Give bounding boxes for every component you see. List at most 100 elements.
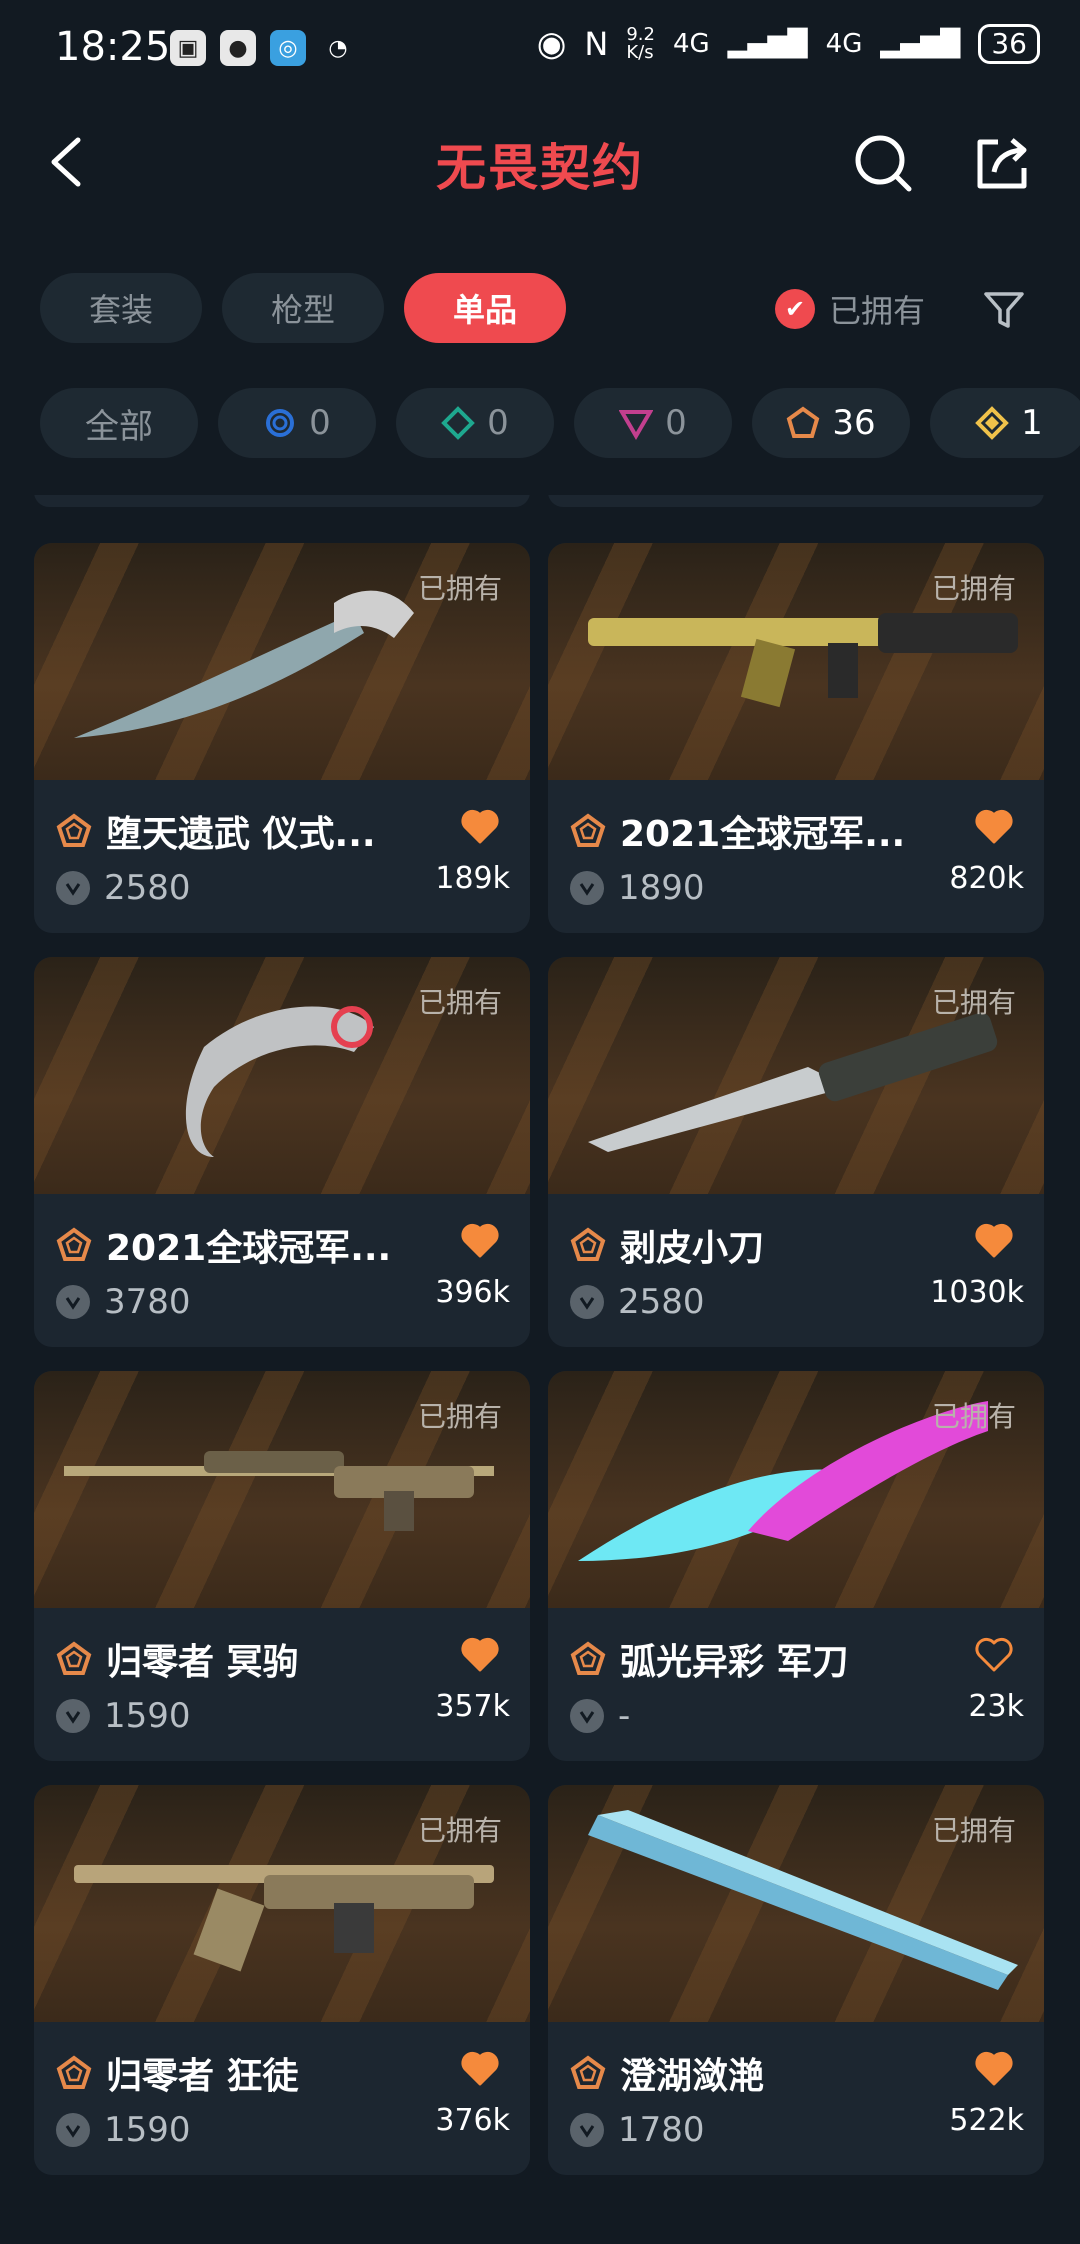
partial-card (34, 495, 530, 507)
owned-label: 已拥有 (417, 986, 502, 1019)
item-card[interactable]: 已拥有 剥皮小刀 2580 1030k (548, 957, 1044, 1347)
item-card[interactable]: 已拥有 归零者 狂徒 1590 376k (34, 1785, 530, 2175)
category-tabs: 套装 枪型 单品 (40, 273, 566, 343)
price-row: 2580 (570, 1282, 705, 1322)
like-count: 396k (435, 1275, 510, 1310)
exclusive-tier-icon (56, 813, 92, 847)
like-count: 522k (949, 2103, 1024, 2138)
item-name-row: 弧光异彩 军刀 (570, 1633, 930, 1685)
eye-icon: ◉ (536, 24, 567, 64)
checkmark-icon: ✔ (775, 289, 815, 329)
vp-currency-icon (56, 1699, 90, 1733)
item-image: 已拥有 (548, 1785, 1044, 2022)
page-title: 无畏契约 (436, 139, 644, 197)
item-card[interactable]: 已拥有 弧光异彩 军刀 - 23k (548, 1371, 1044, 1761)
chip-all-label: 全部 (85, 406, 153, 447)
signal-label-1: 4G (672, 29, 710, 59)
item-price: 1590 (104, 1696, 191, 1736)
price-row: 1590 (56, 1696, 191, 1736)
exclusive-tier-icon (570, 2055, 606, 2089)
item-name: 归零者 冥驹 (106, 1642, 299, 1683)
item-price: 2580 (104, 868, 191, 908)
item-card[interactable]: 已拥有 2021全球冠军... 3780 396k (34, 957, 530, 1347)
tab-single-item[interactable]: 单品 (404, 273, 566, 343)
tab-weapon-type[interactable]: 枪型 (222, 273, 384, 343)
vp-currency-icon (56, 1285, 90, 1319)
item-price: 1590 (104, 2110, 191, 2150)
heart-icon[interactable] (460, 807, 500, 847)
item-name: 2021全球冠军... (620, 814, 906, 855)
item-image: 已拥有 (548, 957, 1044, 1194)
share-icon[interactable] (972, 132, 1034, 194)
heart-icon[interactable] (460, 1221, 500, 1261)
like-count: 1030k (930, 1275, 1024, 1310)
notification-icons: ▣ ● ◎ ◔ (170, 30, 356, 66)
item-name: 弧光异彩 军刀 (620, 1642, 849, 1683)
heart-icon[interactable] (974, 1221, 1014, 1261)
item-image: 已拥有 (548, 543, 1044, 780)
chip-deluxe-tier[interactable]: 0 (396, 388, 554, 458)
heart-icon[interactable] (460, 2049, 500, 2089)
owned-label: 已拥有 (417, 1400, 502, 1433)
heart-icon[interactable] (974, 1635, 1014, 1675)
status-right: ◉ N 9.2 K/s 4G ▂▄▆█ 4G ▂▄▆█ 36 (537, 24, 1040, 64)
vp-currency-icon (570, 2113, 604, 2147)
heart-icon[interactable] (974, 807, 1014, 847)
owned-filter-toggle[interactable]: ✔ 已拥有 (775, 286, 925, 332)
item-price: 1780 (618, 2110, 705, 2150)
net-speed: 9.2 K/s (626, 24, 655, 63)
premium-tier-icon (619, 410, 654, 440)
deluxe-tier-icon (441, 406, 476, 440)
item-card[interactable]: 已拥有 澄湖潋滟 1780 522k (548, 1785, 1044, 2175)
chip-all[interactable]: 全部 (40, 388, 198, 458)
chip-ultra-tier[interactable]: 1 (930, 388, 1080, 458)
item-card[interactable]: 已拥有 归零者 冥驹 1590 357k (34, 1371, 530, 1761)
like-count: 820k (949, 861, 1024, 896)
search-icon[interactable] (852, 132, 914, 194)
app-notification-icon: ▣ (170, 30, 206, 66)
vp-currency-icon (570, 1285, 604, 1319)
price-row: 1890 (570, 868, 705, 908)
exclusive-tier-icon (56, 1641, 92, 1675)
vp-currency-icon (570, 1699, 604, 1733)
item-name-row: 澄湖潋滟 (570, 2047, 930, 2099)
ultra-tier-icon (975, 406, 1010, 440)
deluxe-tier-count: 0 (487, 403, 509, 443)
item-price: 3780 (104, 1282, 191, 1322)
app-header: 无畏契约 (0, 110, 1080, 220)
item-name: 剥皮小刀 (620, 1228, 765, 1269)
like-count: 23k (968, 1689, 1024, 1724)
item-image: 已拥有 (34, 957, 530, 1194)
item-name: 2021全球冠军... (106, 1228, 392, 1269)
vp-currency-icon (56, 2113, 90, 2147)
item-name: 澄湖潋滟 (620, 2056, 765, 2097)
signal-label-2: 4G (825, 29, 863, 59)
partial-card (548, 495, 1044, 507)
speedometer-icon: ◔ (328, 35, 348, 61)
exclusive-tier-icon (570, 1227, 606, 1261)
item-card[interactable]: 已拥有 堕天遗武 仪式... 2580 189k (34, 543, 530, 933)
item-name-row: 归零者 狂徒 (56, 2047, 416, 2099)
price-row: 3780 (56, 1282, 191, 1322)
ultra-tier-count: 1 (1021, 403, 1043, 443)
heart-icon[interactable] (460, 1635, 500, 1675)
status-bar: 18:25 ▣ ● ◎ ◔ ◉ N 9.2 K/s 4G ▂▄▆█ 4G ▂▄▆… (0, 0, 1080, 100)
item-name-row: 归零者 冥驹 (56, 1633, 416, 1685)
chip-exclusive-tier[interactable]: 36 (752, 388, 910, 458)
filter-icon[interactable] (982, 288, 1026, 332)
owned-filter-label: 已拥有 (829, 292, 926, 330)
select-tier-count: 0 (309, 403, 331, 443)
item-name-row: 剥皮小刀 (570, 1219, 930, 1271)
heart-icon[interactable] (974, 2049, 1014, 2089)
item-grid: 已拥有 堕天遗武 仪式... 2580 189k 已拥有 2021全球冠军...… (34, 495, 1046, 2244)
exclusive-tier-icon (787, 406, 820, 438)
tab-bundle[interactable]: 套装 (40, 273, 202, 343)
chip-premium-tier[interactable]: 0 (574, 388, 732, 458)
item-card[interactable]: 已拥有 2021全球冠军... 1890 820k (548, 543, 1044, 933)
item-name: 归零者 狂徒 (106, 2056, 299, 2097)
price-row: 2580 (56, 868, 191, 908)
item-image: 已拥有 (34, 543, 530, 780)
chip-select-tier[interactable]: 0 (218, 388, 376, 458)
owned-label: 已拥有 (931, 572, 1016, 605)
owned-label: 已拥有 (931, 1814, 1016, 1847)
